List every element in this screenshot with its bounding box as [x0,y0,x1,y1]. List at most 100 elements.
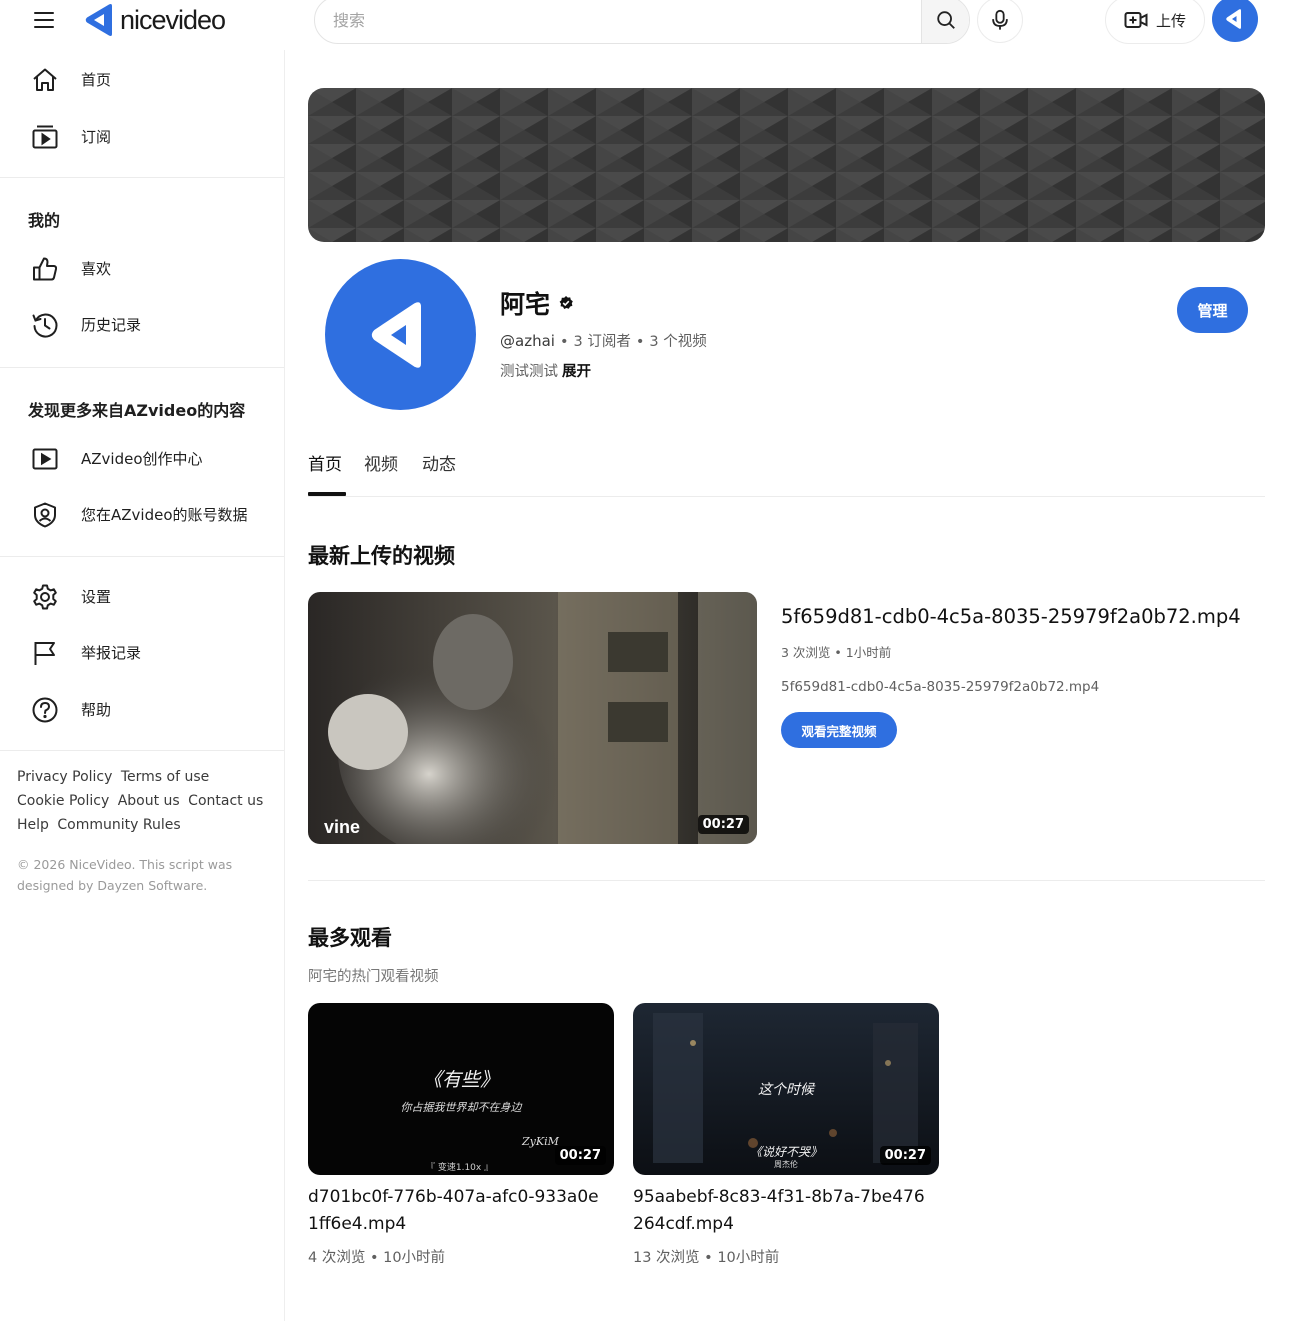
subscriptions-icon [30,122,60,152]
channel-avatar-logo-icon [371,301,421,368]
vine-watermark: vine [324,817,361,837]
sidebar-section-mine: 我的 [28,211,61,230]
copyright-text: © 2026 NiceVideo. This script was design… [17,857,233,893]
verified-icon [559,296,573,309]
play-box-icon [30,444,60,474]
footer-links: Privacy Policy Terms of use Cookie Polic… [17,765,277,837]
video-title[interactable]: 95aabebf-8c83-4f31-8b7a-7be476264cdf.mp4 [633,1184,933,1238]
sidebar-divider [0,177,284,178]
home-icon [30,65,60,95]
channel-description: 测试测试 展开 [500,360,591,381]
logo-mark-icon [85,4,112,36]
help-icon [30,695,60,725]
sidebar-item-subscriptions[interactable]: 订阅 [0,111,284,161]
voice-search-button[interactable] [977,0,1023,43]
video-thumbnail[interactable]: 《有些》 你占据我世界却不在身边 ZyKiM 『 变速1.10x 』 00:27 [308,1003,614,1175]
featured-video-meta: 3 次浏览 • 1小时前 [781,645,892,660]
sidebar-item-label: 喜欢 [81,260,112,278]
history-icon [30,310,60,340]
sidebar-item-home[interactable]: 首页 [0,54,284,104]
microphone-icon [992,9,1008,30]
sidebar-item-label: 举报记录 [81,644,142,662]
search-bar [314,0,970,44]
thumbnail-overlay-title: 《有些》 [422,1069,499,1091]
sidebar-item-history[interactable]: 历史记录 [0,299,284,349]
thumbnail-overlay-speed: 『 变速1.10x 』 [426,1163,494,1173]
sidebar-item-account-data[interactable]: 您在AZvideo的账号数据 [0,489,284,539]
sidebar-item-label: AZvideo创作中心 [81,450,203,468]
tab-home[interactable]: 首页 [308,450,342,475]
footer-link-help[interactable]: Help [17,817,49,833]
channel-name: 阿宅 [500,285,574,321]
expand-description-link[interactable]: 展开 [562,364,591,380]
section-divider [308,880,1265,881]
featured-video-thumbnail[interactable]: vine 00:27 [308,592,757,844]
sidebar: 首页 订阅 我的 喜欢 历史记录 发现更多来自AZvideo的内容 AZvide… [0,50,285,1321]
search-icon [936,11,955,29]
subscriber-count: 3 订阅者 [573,334,631,350]
tab-videos[interactable]: 视频 [364,450,398,475]
video-meta: 4 次浏览 • 10小时前 [308,1250,446,1266]
logo[interactable]: nicevideo [82,0,226,40]
thumbs-up-icon [30,254,60,284]
sidebar-section-discover: 发现更多来自AZvideo的内容 [28,401,246,420]
sidebar-item-label: 您在AZvideo的账号数据 [81,506,248,524]
search-input[interactable] [315,0,921,43]
sidebar-item-likes[interactable]: 喜欢 [0,243,284,293]
thumbnail-overlay-author: ZyKiM [522,1135,559,1148]
account-shield-icon [30,500,60,530]
video-count: 3 个视频 [649,334,707,350]
tab-posts[interactable]: 动态 [422,450,456,475]
sidebar-divider [0,750,284,751]
sidebar-item-reports[interactable]: 举报记录 [0,627,284,677]
video-duration: 00:27 [697,815,749,834]
footer-link-contact[interactable]: Contact us [188,793,263,809]
footer-link-about[interactable]: About us [118,793,180,809]
channel-description-text: 测试测试 [500,364,558,380]
channel-meta: @azhai • 3 订阅者 • 3 个视频 [500,332,707,350]
logo-text: nicevideo [120,4,226,35]
manage-channel-button[interactable]: 管理 [1177,287,1248,333]
sidebar-item-settings[interactable]: 设置 [0,571,284,621]
sidebar-divider [0,556,284,557]
watch-full-video-button[interactable]: 观看完整视频 [781,712,897,748]
channel-name-text: 阿宅 [500,290,551,319]
popular-section-title: 最多观看 [308,926,392,950]
channel-handle: @azhai [500,332,555,350]
video-duration: 00:27 [554,1146,606,1165]
video-upload-icon [1124,12,1148,28]
search-button[interactable] [921,0,969,43]
footer-link-terms[interactable]: Terms of use [121,769,209,785]
popular-section-subtitle: 阿宅的热门观看视频 [308,969,439,985]
footer-link-community[interactable]: Community Rules [57,817,180,833]
menu-icon[interactable] [30,6,58,34]
user-avatar[interactable] [1212,0,1258,42]
sidebar-item-label: 订阅 [81,128,112,146]
sidebar-item-help[interactable]: 帮助 [0,684,284,734]
sidebar-item-creator-center[interactable]: AZvideo创作中心 [0,433,284,483]
channel-banner [308,88,1265,242]
upload-label: 上传 [1156,11,1187,30]
channel-avatar[interactable] [325,259,476,410]
sidebar-divider [0,367,284,368]
flag-icon [30,638,60,668]
featured-video-title[interactable]: 5f659d81-cdb0-4c5a-8035-25979f2a0b72.mp4 [781,605,1241,628]
sidebar-item-label: 设置 [81,588,112,606]
sidebar-item-label: 首页 [81,71,112,89]
featured-video-description: 5f659d81-cdb0-4c5a-8035-25979f2a0b72.mp4 [781,679,1100,695]
featured-thumbnail-art [308,592,757,844]
upload-button[interactable]: 上传 [1105,0,1205,44]
channel-tabs: 首页 视频 动态 [308,440,1265,497]
footer-link-cookie[interactable]: Cookie Policy [17,793,109,809]
video-meta: 13 次浏览 • 10小时前 [633,1250,780,1266]
sidebar-item-label: 历史记录 [81,316,142,334]
video-title[interactable]: d701bc0f-776b-407a-afc0-933a0e1ff6e4.mp4 [308,1184,608,1238]
avatar-logo-icon [1226,9,1241,29]
thumbnail-overlay-title: 这个时候 [758,1082,814,1098]
video-thumbnail[interactable]: 这个时候 《说好不哭》 周杰伦 00:27 [633,1003,939,1175]
active-tab-indicator [308,492,346,496]
gear-icon [30,582,60,612]
top-bar: nicevideo 上传 [0,0,1290,44]
footer-link-privacy[interactable]: Privacy Policy [17,769,112,785]
thumbnail-overlay-line: 你占据我世界却不在身边 [400,1101,522,1114]
